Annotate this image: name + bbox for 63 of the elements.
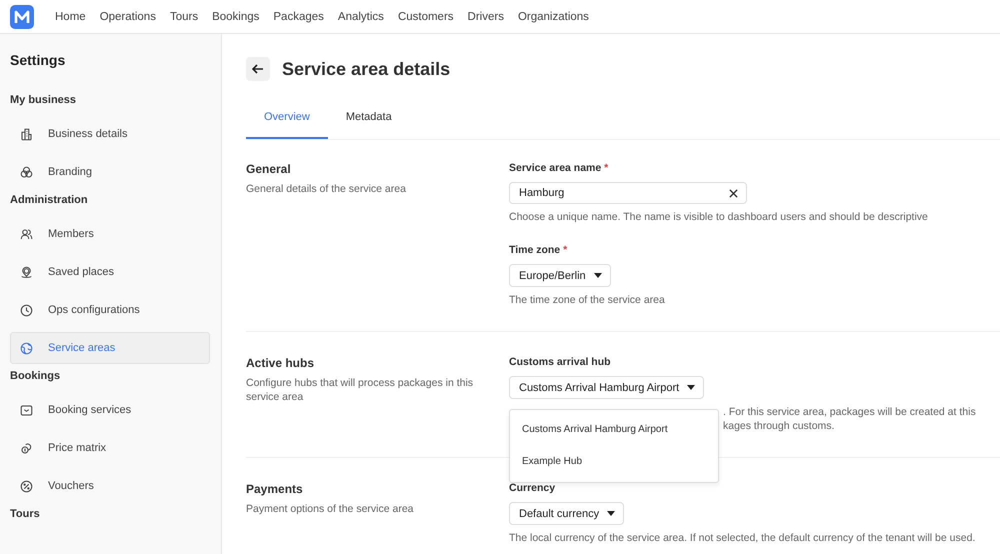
nav-link[interactable]: Drivers — [460, 10, 511, 22]
group-heading: Bookings — [10, 370, 62, 382]
group-heading: Administration — [10, 194, 89, 206]
field-label: Customs arrival hub — [509, 356, 612, 368]
sidebar-item[interactable]: Saved places — [10, 256, 210, 288]
help-text: kages through customs. — [723, 419, 834, 433]
field-label: Currency — [509, 482, 556, 494]
section-title: Active hubs — [246, 356, 316, 370]
field-label: Time zone * — [509, 244, 568, 256]
nav-link[interactable]: Tours — [162, 10, 206, 22]
nav-link[interactable]: Operations — [92, 10, 163, 22]
clear-icon[interactable] — [729, 188, 738, 198]
caret-icon — [687, 385, 696, 390]
back-button[interactable] — [246, 57, 270, 81]
caret-icon — [594, 273, 602, 278]
sidebar-item[interactable]: Service areas — [10, 332, 210, 364]
nav-link[interactable]: Bookings — [205, 10, 266, 22]
nav-link[interactable]: Customers — [390, 10, 461, 22]
select-dropdown[interactable]: Customs Arrival Hamburg Airport — [509, 376, 704, 399]
nav-link[interactable]: Organizations — [510, 10, 596, 22]
tab[interactable]: Metadata — [328, 111, 410, 139]
sidebar-item[interactable]: Branding — [10, 156, 210, 188]
section-title: General — [246, 162, 292, 176]
group-heading: My business — [10, 94, 78, 106]
menu-option[interactable]: Customs Arrival Hamburg Airport — [510, 414, 718, 446]
coins-icon — [19, 440, 34, 456]
circles-icon — [19, 164, 34, 180]
menu-option[interactable]: Example Hub — [510, 446, 718, 478]
caret-icon — [607, 511, 616, 516]
sidebar-item[interactable]: Members — [10, 218, 210, 250]
help-text: Choose a unique name. The name is visible to dashboard users and should be descriptive — [509, 210, 929, 224]
clock-icon — [19, 302, 34, 318]
box-icon — [19, 402, 34, 418]
pin-icon — [19, 264, 34, 280]
nav-link[interactable]: Home — [48, 10, 93, 22]
help-text: . For this service area, packages will be created at this — [723, 405, 976, 419]
tab[interactable]: Overview — [246, 111, 328, 139]
section-description: Payment options of the service area — [246, 502, 415, 516]
sidebar-item[interactable]: Price matrix — [10, 432, 210, 464]
section-description: Configure hubs that will process packages in this service area — [246, 376, 474, 404]
building-icon — [19, 126, 34, 142]
select-dropdown[interactable]: Default currency — [509, 502, 624, 525]
percent-icon — [19, 478, 34, 494]
select-dropdown[interactable]: Europe/Berlin — [509, 264, 611, 287]
section-title: Payments — [246, 482, 304, 496]
sidebar-item[interactable]: Booking services — [10, 394, 210, 426]
sidebar-item[interactable]: Ops configurations — [10, 294, 210, 326]
nav-link[interactable]: Packages — [266, 10, 331, 22]
field-label: Service area name * — [509, 162, 610, 174]
text-input[interactable]: Hamburg — [509, 182, 747, 204]
app-logo[interactable] — [10, 4, 34, 28]
arrow-left-icon — [252, 63, 264, 75]
page-title: Service area details — [282, 58, 450, 80]
sidebar-title: Settings — [10, 52, 66, 68]
group-heading: Tours — [10, 508, 41, 520]
sidebar-item[interactable]: Business details — [10, 118, 210, 150]
help-text: The local currency of the service area. If not selected, the default currency of the tenant will be used. — [509, 531, 976, 545]
help-text: The time zone of the service area — [509, 293, 666, 307]
nav-link[interactable]: Analytics — [330, 10, 391, 22]
globe-icon — [19, 340, 34, 356]
sidebar-item[interactable]: Vouchers — [10, 470, 210, 502]
section-description: General details of the service area — [246, 182, 407, 196]
users-icon — [19, 226, 34, 242]
